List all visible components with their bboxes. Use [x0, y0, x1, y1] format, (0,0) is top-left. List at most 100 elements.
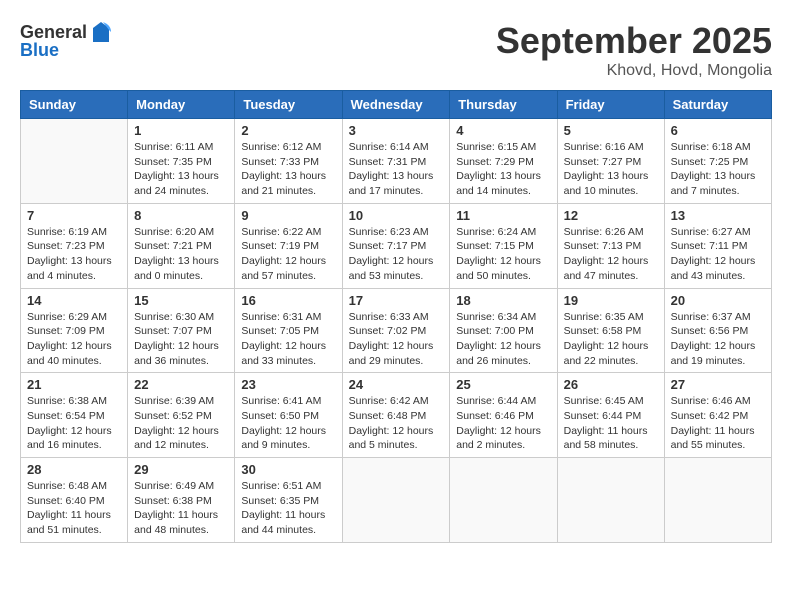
calendar-cell: 7 Sunrise: 6:19 AMSunset: 7:23 PMDaylight…	[21, 203, 128, 288]
calendar-cell	[557, 458, 664, 543]
calendar-cell: 26 Sunrise: 6:45 AMSunset: 6:44 PMDayligh…	[557, 373, 664, 458]
day-number: 30	[241, 462, 335, 477]
calendar-cell: 16 Sunrise: 6:31 AMSunset: 7:05 PMDayligh…	[235, 288, 342, 373]
day-info: Sunrise: 6:45 AMSunset: 6:44 PMDaylight:…	[564, 394, 658, 453]
weekday-header-saturday: Saturday	[664, 91, 771, 119]
month-title: September 2025	[496, 20, 772, 62]
day-number: 21	[27, 377, 121, 392]
day-number: 14	[27, 293, 121, 308]
day-number: 16	[241, 293, 335, 308]
day-info: Sunrise: 6:19 AMSunset: 7:23 PMDaylight:…	[27, 225, 121, 284]
day-info: Sunrise: 6:27 AMSunset: 7:11 PMDaylight:…	[671, 225, 765, 284]
calendar-cell: 17Sunrise: 6:33 AMSunset: 7:02 PMDayligh…	[342, 288, 450, 373]
weekday-header-thursday: Thursday	[450, 91, 557, 119]
calendar-cell: 6 Sunrise: 6:18 AMSunset: 7:25 PMDaylight…	[664, 119, 771, 204]
weekday-header-row: SundayMondayTuesdayWednesdayThursdayFrid…	[21, 91, 772, 119]
day-number: 29	[134, 462, 228, 477]
day-info: Sunrise: 6:38 AMSunset: 6:54 PMDaylight:…	[27, 394, 121, 453]
calendar-cell: 13 Sunrise: 6:27 AMSunset: 7:11 PMDayligh…	[664, 203, 771, 288]
logo: General Blue	[20, 20, 113, 61]
calendar-cell	[342, 458, 450, 543]
day-info: Sunrise: 6:23 AMSunset: 7:17 PMDaylight:…	[349, 225, 444, 284]
day-number: 2	[241, 123, 335, 138]
day-info: Sunrise: 6:16 AMSunset: 7:27 PMDaylight:…	[564, 140, 658, 199]
weekday-header-monday: Monday	[128, 91, 235, 119]
calendar: SundayMondayTuesdayWednesdayThursdayFrid…	[20, 90, 772, 543]
calendar-cell: 15Sunrise: 6:30 AMSunset: 7:07 PMDayligh…	[128, 288, 235, 373]
location-title: Khovd, Hovd, Mongolia	[496, 62, 772, 80]
day-info: Sunrise: 6:20 AMSunset: 7:21 PMDaylight:…	[134, 225, 228, 284]
calendar-week-4: 21 Sunrise: 6:38 AMSunset: 6:54 PMDayligh…	[21, 373, 772, 458]
day-info: Sunrise: 6:18 AMSunset: 7:25 PMDaylight:…	[671, 140, 765, 199]
day-number: 25	[456, 377, 550, 392]
day-number: 7	[27, 208, 121, 223]
day-info: Sunrise: 6:11 AMSunset: 7:35 PMDaylight:…	[134, 140, 228, 199]
logo-blue: Blue	[20, 40, 59, 61]
calendar-cell: 11 Sunrise: 6:24 AMSunset: 7:15 PMDayligh…	[450, 203, 557, 288]
day-info: Sunrise: 6:31 AMSunset: 7:05 PMDaylight:…	[241, 310, 335, 369]
day-info: Sunrise: 6:41 AMSunset: 6:50 PMDaylight:…	[241, 394, 335, 453]
day-number: 17	[349, 293, 444, 308]
day-number: 15	[134, 293, 228, 308]
header: General Blue September 2025 Khovd, Hovd,…	[20, 20, 772, 80]
calendar-cell	[664, 458, 771, 543]
calendar-cell: 8 Sunrise: 6:20 AMSunset: 7:21 PMDaylight…	[128, 203, 235, 288]
calendar-cell: 30Sunrise: 6:51 AMSunset: 6:35 PMDayligh…	[235, 458, 342, 543]
calendar-cell: 27Sunrise: 6:46 AMSunset: 6:42 PMDayligh…	[664, 373, 771, 458]
day-number: 10	[349, 208, 444, 223]
calendar-cell: 14 Sunrise: 6:29 AMSunset: 7:09 PMDayligh…	[21, 288, 128, 373]
day-number: 13	[671, 208, 765, 223]
calendar-cell: 22 Sunrise: 6:39 AMSunset: 6:52 PMDayligh…	[128, 373, 235, 458]
day-number: 9	[241, 208, 335, 223]
day-info: Sunrise: 6:39 AMSunset: 6:52 PMDaylight:…	[134, 394, 228, 453]
weekday-header-wednesday: Wednesday	[342, 91, 450, 119]
day-number: 8	[134, 208, 228, 223]
day-number: 24	[349, 377, 444, 392]
day-info: Sunrise: 6:29 AMSunset: 7:09 PMDaylight:…	[27, 310, 121, 369]
calendar-cell: 23 Sunrise: 6:41 AMSunset: 6:50 PMDayligh…	[235, 373, 342, 458]
day-number: 4	[456, 123, 550, 138]
day-info: Sunrise: 6:12 AMSunset: 7:33 PMDaylight:…	[241, 140, 335, 199]
day-number: 19	[564, 293, 658, 308]
weekday-header-tuesday: Tuesday	[235, 91, 342, 119]
day-number: 20	[671, 293, 765, 308]
day-info: Sunrise: 6:26 AMSunset: 7:13 PMDaylight:…	[564, 225, 658, 284]
calendar-cell: 5 Sunrise: 6:16 AMSunset: 7:27 PMDaylight…	[557, 119, 664, 204]
calendar-week-3: 14 Sunrise: 6:29 AMSunset: 7:09 PMDayligh…	[21, 288, 772, 373]
day-info: Sunrise: 6:15 AMSunset: 7:29 PMDaylight:…	[456, 140, 550, 199]
day-number: 28	[27, 462, 121, 477]
day-info: Sunrise: 6:34 AMSunset: 7:00 PMDaylight:…	[456, 310, 550, 369]
day-number: 27	[671, 377, 765, 392]
day-info: Sunrise: 6:48 AMSunset: 6:40 PMDaylight:…	[27, 479, 121, 538]
day-info: Sunrise: 6:44 AMSunset: 6:46 PMDaylight:…	[456, 394, 550, 453]
calendar-cell: 29 Sunrise: 6:49 AMSunset: 6:38 PMDayligh…	[128, 458, 235, 543]
day-info: Sunrise: 6:37 AMSunset: 6:56 PMDaylight:…	[671, 310, 765, 369]
day-info: Sunrise: 6:14 AMSunset: 7:31 PMDaylight:…	[349, 140, 444, 199]
calendar-cell: 10 Sunrise: 6:23 AMSunset: 7:17 PMDayligh…	[342, 203, 450, 288]
day-number: 23	[241, 377, 335, 392]
day-number: 5	[564, 123, 658, 138]
calendar-cell: 2 Sunrise: 6:12 AMSunset: 7:33 PMDaylight…	[235, 119, 342, 204]
logo-icon	[89, 20, 113, 44]
day-number: 6	[671, 123, 765, 138]
day-info: Sunrise: 6:35 AMSunset: 6:58 PMDaylight:…	[564, 310, 658, 369]
day-number: 22	[134, 377, 228, 392]
calendar-week-2: 7 Sunrise: 6:19 AMSunset: 7:23 PMDaylight…	[21, 203, 772, 288]
day-number: 11	[456, 208, 550, 223]
day-info: Sunrise: 6:49 AMSunset: 6:38 PMDaylight:…	[134, 479, 228, 538]
weekday-header-friday: Friday	[557, 91, 664, 119]
calendar-cell: 24 Sunrise: 6:42 AMSunset: 6:48 PMDayligh…	[342, 373, 450, 458]
day-number: 3	[349, 123, 444, 138]
calendar-cell: 12Sunrise: 6:26 AMSunset: 7:13 PMDayligh…	[557, 203, 664, 288]
day-number: 18	[456, 293, 550, 308]
calendar-week-5: 28 Sunrise: 6:48 AMSunset: 6:40 PMDayligh…	[21, 458, 772, 543]
day-number: 26	[564, 377, 658, 392]
calendar-cell: 20 Sunrise: 6:37 AMSunset: 6:56 PMDayligh…	[664, 288, 771, 373]
calendar-cell	[450, 458, 557, 543]
calendar-cell: 3 Sunrise: 6:14 AMSunset: 7:31 PMDaylight…	[342, 119, 450, 204]
title-area: September 2025 Khovd, Hovd, Mongolia	[496, 20, 772, 80]
day-info: Sunrise: 6:42 AMSunset: 6:48 PMDaylight:…	[349, 394, 444, 453]
day-info: Sunrise: 6:24 AMSunset: 7:15 PMDaylight:…	[456, 225, 550, 284]
calendar-cell: 25 Sunrise: 6:44 AMSunset: 6:46 PMDayligh…	[450, 373, 557, 458]
day-info: Sunrise: 6:22 AMSunset: 7:19 PMDaylight:…	[241, 225, 335, 284]
